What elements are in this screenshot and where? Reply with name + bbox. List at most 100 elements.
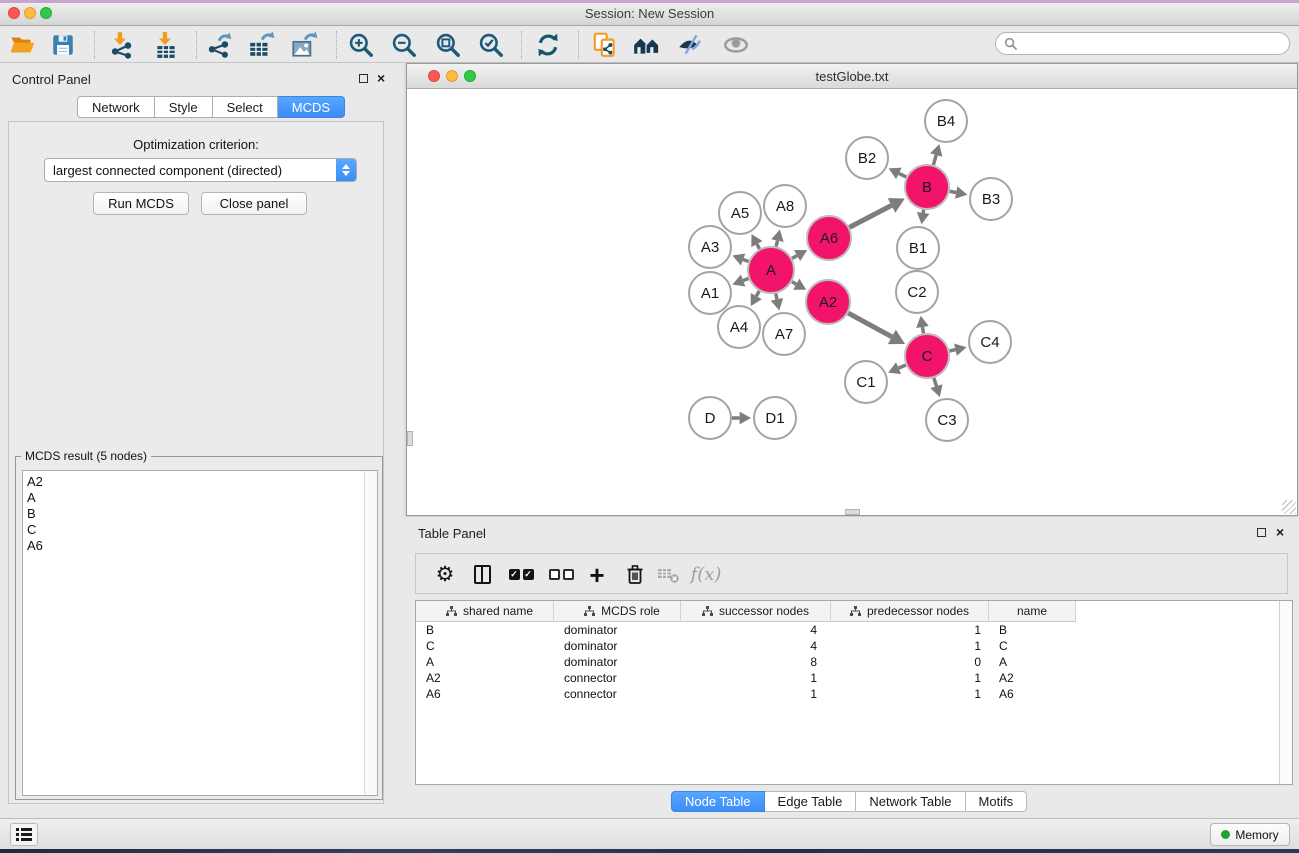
network-graph[interactable]: B4 B2 B B3 A8A5 A6 B1 A3 A A1 C2 A2 A4A7 C4 C C1 C3 D D1 bbox=[407, 89, 1297, 515]
run-mcds-button[interactable]: Run MCDS bbox=[93, 192, 189, 215]
graph-node-A8[interactable]: A8 bbox=[764, 185, 806, 227]
task-history-button[interactable] bbox=[10, 823, 38, 846]
graph-node-C1[interactable]: C1 bbox=[845, 361, 887, 403]
graph-node-A3[interactable]: A3 bbox=[689, 226, 731, 268]
graph-edge-A-A8[interactable] bbox=[776, 241, 777, 247]
tab-node-table[interactable]: Node Table bbox=[671, 791, 765, 812]
table-row[interactable]: A6 connector 1 1 A6 bbox=[416, 686, 1278, 702]
graph-edge-A2-C[interactable] bbox=[848, 313, 892, 337]
graph-edge-B-B4[interactable] bbox=[933, 155, 936, 165]
list-item[interactable]: B bbox=[27, 506, 377, 522]
table-row[interactable]: A dominator 8 0 A bbox=[416, 654, 1278, 670]
float-panel-icon[interactable] bbox=[359, 74, 368, 83]
zoom-out-icon[interactable] bbox=[386, 27, 422, 63]
graph-edge-A6-B[interactable] bbox=[849, 205, 891, 227]
network-canvas[interactable]: B4 B2 B B3 A8A5 A6 B1 A3 A A1 C2 A2 A4A7 C4 C C1 C3 D D1 bbox=[407, 89, 1297, 515]
column-visibility-icon[interactable] bbox=[464, 554, 500, 595]
graph-edge-C-C2[interactable] bbox=[922, 327, 923, 333]
function-builder-icon[interactable]: f(x) bbox=[688, 554, 724, 595]
tab-style[interactable]: Style bbox=[155, 96, 213, 118]
graph-edge-C-C1[interactable] bbox=[899, 365, 906, 368]
column-header-shared-name[interactable]: shared name bbox=[416, 601, 554, 622]
memory-button[interactable]: Memory bbox=[1210, 823, 1290, 846]
graph-node-B2[interactable]: B2 bbox=[846, 137, 888, 179]
table-row[interactable]: B dominator 4 1 B bbox=[416, 622, 1278, 638]
graph-edge-B-B3[interactable] bbox=[950, 191, 957, 192]
scrollbar-track[interactable] bbox=[364, 471, 377, 795]
export-network-icon[interactable] bbox=[201, 27, 237, 63]
mcds-result-list[interactable]: A2 A B C A6 bbox=[22, 470, 378, 796]
column-header-predecessor-nodes[interactable]: predecessor nodes bbox=[831, 601, 989, 622]
graph-node-A1[interactable]: A1 bbox=[689, 272, 731, 314]
open-session-icon[interactable] bbox=[5, 27, 41, 63]
add-column-icon[interactable]: + bbox=[579, 554, 615, 595]
tab-network-table[interactable]: Network Table bbox=[856, 791, 965, 812]
graph-edge-A-A5[interactable] bbox=[757, 244, 760, 249]
table-row[interactable]: C dominator 4 1 C bbox=[416, 638, 1278, 654]
criterion-dropdown[interactable]: largest connected component (directed) bbox=[44, 158, 357, 182]
graph-edge-A-A2[interactable] bbox=[792, 282, 796, 284]
list-item[interactable]: A6 bbox=[27, 538, 377, 554]
table-row[interactable]: A2 connector 1 1 A2 bbox=[416, 670, 1278, 686]
graph-edge-A-A1[interactable] bbox=[743, 278, 748, 280]
save-session-icon[interactable] bbox=[45, 27, 81, 63]
graph-node-A4[interactable]: A4 bbox=[718, 306, 760, 348]
delete-column-icon[interactable] bbox=[617, 554, 653, 595]
graph-node-A5[interactable]: A5 bbox=[719, 192, 761, 234]
search-input[interactable] bbox=[1022, 37, 1289, 51]
graph-edge-B-B2[interactable] bbox=[899, 173, 906, 177]
deselect-all-columns-icon[interactable] bbox=[543, 554, 579, 595]
graph-node-A[interactable]: A bbox=[748, 247, 794, 293]
graph-node-B3[interactable]: B3 bbox=[970, 178, 1012, 220]
graph-edge-A-A6[interactable] bbox=[792, 256, 797, 259]
zoom-in-icon[interactable] bbox=[343, 27, 379, 63]
graph-node-B1[interactable]: B1 bbox=[897, 227, 939, 269]
graph-node-C[interactable]: C bbox=[905, 334, 949, 378]
close-panel-icon[interactable]: × bbox=[1276, 523, 1284, 541]
float-panel-icon[interactable] bbox=[1257, 528, 1266, 537]
column-header-successor-nodes[interactable]: successor nodes bbox=[681, 601, 831, 622]
zoom-fit-icon[interactable] bbox=[430, 27, 466, 63]
graph-edge-A-A3[interactable] bbox=[743, 259, 748, 261]
graph-node-D1[interactable]: D1 bbox=[754, 397, 796, 439]
delete-table-icon[interactable] bbox=[650, 554, 686, 595]
graph-node-C2[interactable]: C2 bbox=[896, 271, 938, 313]
graph-node-D[interactable]: D bbox=[689, 397, 731, 439]
graph-edge-A-A7[interactable] bbox=[776, 294, 777, 300]
graph-edge-C-C3[interactable] bbox=[934, 378, 937, 386]
graph-node-B[interactable]: B bbox=[905, 165, 949, 209]
graph-node-A7[interactable]: A7 bbox=[763, 313, 805, 355]
search-field[interactable] bbox=[995, 32, 1290, 55]
select-all-columns-icon[interactable]: ✓✓ bbox=[503, 554, 539, 595]
close-panel-icon[interactable]: × bbox=[377, 69, 385, 87]
table-settings-icon[interactable]: ⚙ bbox=[427, 554, 463, 595]
resize-grip[interactable] bbox=[1282, 500, 1296, 514]
show-graphics-details-icon[interactable] bbox=[718, 27, 754, 63]
graph-node-C4[interactable]: C4 bbox=[969, 321, 1011, 363]
graph-edge-A-A4[interactable] bbox=[756, 291, 759, 296]
copy-network-icon[interactable] bbox=[587, 27, 623, 63]
import-table-icon[interactable] bbox=[148, 27, 184, 63]
zoom-selected-icon[interactable] bbox=[473, 27, 509, 63]
list-item[interactable]: C bbox=[27, 522, 377, 538]
window-edge-grip[interactable] bbox=[845, 509, 860, 515]
close-panel-button[interactable]: Close panel bbox=[201, 192, 307, 215]
tab-network[interactable]: Network bbox=[77, 96, 155, 118]
show-all-networks-icon[interactable] bbox=[629, 27, 665, 63]
export-image-icon[interactable] bbox=[286, 27, 322, 63]
import-network-icon[interactable] bbox=[103, 27, 139, 63]
refresh-icon[interactable] bbox=[530, 27, 566, 63]
network-window-titlebar[interactable]: testGlobe.txt bbox=[407, 64, 1297, 89]
graph-edge-C-C4[interactable] bbox=[949, 350, 955, 351]
export-table-icon[interactable] bbox=[243, 27, 279, 63]
scrollbar-track[interactable] bbox=[1279, 601, 1292, 784]
graph-node-A6[interactable]: A6 bbox=[807, 216, 851, 260]
column-header-mcds-role[interactable]: MCDS role bbox=[554, 601, 681, 622]
graph-node-B4[interactable]: B4 bbox=[925, 100, 967, 142]
list-item[interactable]: A bbox=[27, 490, 377, 506]
graph-node-A2[interactable]: A2 bbox=[806, 280, 850, 324]
list-item[interactable]: A2 bbox=[27, 474, 377, 490]
graph-node-C3[interactable]: C3 bbox=[926, 399, 968, 441]
tab-edge-table[interactable]: Edge Table bbox=[765, 791, 857, 812]
hide-graphics-details-icon[interactable] bbox=[672, 27, 708, 63]
